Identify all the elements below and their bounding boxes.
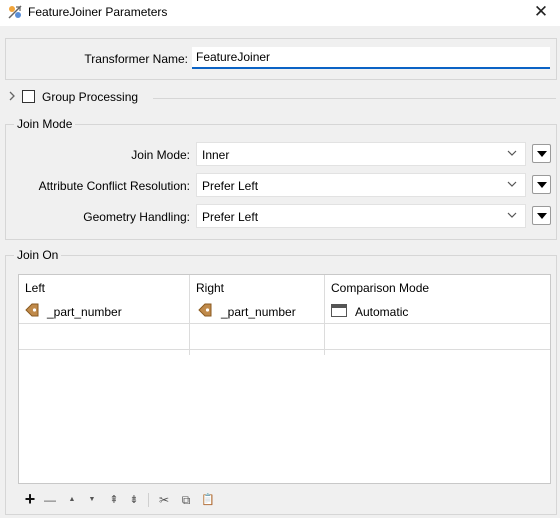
- group-processing-checkbox[interactable]: [22, 90, 35, 103]
- chevron-down-icon: [507, 212, 517, 218]
- attribute-conflict-label: Attribute Conflict Resolution:: [38, 179, 190, 193]
- attribute-conflict-value: Prefer Left: [202, 179, 259, 193]
- dropdown-triangle-icon: [537, 213, 547, 219]
- join-on-group: Join On Left Right Comparison Mode _part…: [5, 248, 557, 515]
- join-mode-group: Join Mode Join Mode: Inner Attribute Con…: [5, 117, 557, 240]
- attribute-conflict-select[interactable]: Prefer Left: [196, 173, 526, 197]
- attribute-icon: [198, 303, 212, 317]
- geometry-handling-menu-button[interactable]: [532, 206, 551, 225]
- move-bottom-button[interactable]: ⇟: [126, 490, 142, 510]
- column-header-left[interactable]: Left: [19, 275, 189, 297]
- join-on-title: Join On: [14, 248, 62, 262]
- table-row-empty[interactable]: [19, 324, 550, 350]
- column-header-comparison-mode[interactable]: Comparison Mode: [325, 275, 551, 297]
- title-bar: FeatureJoiner Parameters ✕: [0, 0, 560, 26]
- toolbar-separator: [148, 493, 149, 507]
- remove-row-button[interactable]: —: [42, 490, 58, 510]
- window-title: FeatureJoiner Parameters: [28, 5, 168, 19]
- move-top-button[interactable]: ⇞: [106, 490, 122, 510]
- dialog-body: Transformer Name: FeatureJoiner Group Pr…: [0, 26, 560, 518]
- transformer-name-value: FeatureJoiner: [196, 50, 271, 64]
- window-icon: [331, 304, 347, 317]
- transformer-icon: [8, 5, 22, 19]
- table-toolbar: + — ▲ ▼ ⇞ ⇟ ✂ ⧉ 📋: [22, 490, 282, 510]
- geometry-handling-label: Geometry Handling:: [83, 210, 190, 224]
- transformer-name-panel: Transformer Name: FeatureJoiner: [5, 38, 557, 80]
- transformer-name-label: Transformer Name:: [84, 52, 188, 66]
- geometry-handling-select[interactable]: Prefer Left: [196, 204, 526, 228]
- table-row-right-cell[interactable]: _part_number: [190, 297, 324, 323]
- move-up-button[interactable]: ▲: [64, 490, 80, 510]
- comparison-mode-value: Automatic: [355, 305, 409, 319]
- cut-button[interactable]: ✂: [156, 490, 172, 510]
- group-processing-label: Group Processing: [42, 90, 139, 104]
- attribute-icon: [25, 303, 39, 317]
- divider: [153, 98, 556, 99]
- join-on-table: Left Right Comparison Mode _part_number: [18, 274, 551, 484]
- join-mode-select[interactable]: Inner: [196, 142, 526, 166]
- chevron-right-icon[interactable]: [8, 90, 18, 102]
- add-row-button[interactable]: +: [22, 490, 38, 510]
- column-header-right[interactable]: Right: [190, 275, 324, 297]
- transformer-name-input[interactable]: FeatureJoiner: [192, 47, 550, 69]
- paste-button[interactable]: 📋: [200, 490, 216, 510]
- close-button[interactable]: ✕: [528, 2, 554, 22]
- table-row-left-cell[interactable]: _part_number: [19, 297, 189, 323]
- group-processing-row: Group Processing: [8, 88, 556, 106]
- dropdown-triangle-icon: [537, 182, 547, 188]
- dropdown-triangle-icon: [537, 151, 547, 157]
- join-mode-menu-button[interactable]: [532, 144, 551, 163]
- geometry-handling-value: Prefer Left: [202, 210, 259, 224]
- join-mode-title: Join Mode: [14, 117, 76, 131]
- join-mode-label: Join Mode:: [131, 148, 190, 162]
- copy-button[interactable]: ⧉: [178, 490, 194, 510]
- chevron-down-icon: [507, 181, 517, 187]
- attribute-conflict-menu-button[interactable]: [532, 175, 551, 194]
- move-down-button[interactable]: ▼: [84, 490, 100, 510]
- join-mode-value: Inner: [202, 148, 230, 162]
- chevron-down-icon: [507, 150, 517, 156]
- table-row-mode-cell[interactable]: Automatic: [325, 297, 551, 323]
- left-attribute-value: _part_number: [47, 305, 122, 319]
- right-attribute-value: _part_number: [221, 305, 296, 319]
